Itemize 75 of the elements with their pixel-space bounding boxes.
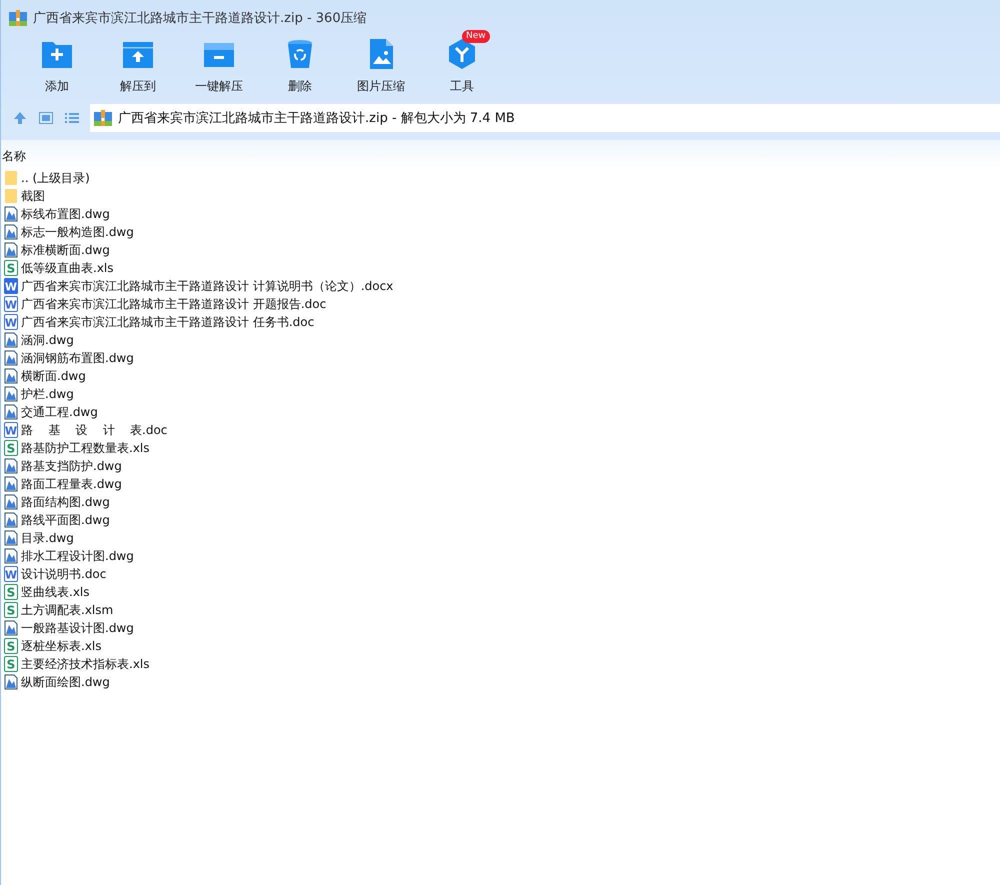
file-name[interactable]: 涵洞.dwg xyxy=(21,332,74,348)
hexagon-icon xyxy=(446,38,478,70)
file-name[interactable]: 广西省来宾市滨江北路城市主干路道路设计 开题报告.doc xyxy=(21,296,326,312)
file-name[interactable]: 目录.dwg xyxy=(21,530,74,546)
toolbar-button[interactable]: 图片压缩 xyxy=(341,28,421,96)
drawing-file-icon xyxy=(4,242,18,258)
drawing-file-icon xyxy=(4,530,18,546)
drawing-file-icon xyxy=(4,458,18,474)
drawing-file-icon xyxy=(4,206,18,222)
window-title: 广西省来宾市滨江北路城市主干路道路设计.zip - 360压缩 xyxy=(33,10,367,27)
file-name[interactable]: 截图 xyxy=(21,188,45,204)
toolbar-button[interactable]: 解压到 xyxy=(98,28,178,96)
address-field[interactable]: 广西省来宾市滨江北路城市主干路道路设计.zip - 解包大小为 7.4 MB xyxy=(90,104,1000,132)
file-name[interactable]: 土方调配表.xlsm xyxy=(21,602,114,618)
toolbar-button[interactable]: 添加 xyxy=(17,28,97,96)
drawing-file-icon xyxy=(4,476,18,492)
file-name[interactable]: 横断面.dwg xyxy=(21,368,86,384)
file-name[interactable]: 排水工程设计图.dwg xyxy=(21,548,134,564)
file-name[interactable]: 标准横断面.dwg xyxy=(21,242,110,258)
file-name[interactable]: 主要经济技术指标表.xls xyxy=(21,656,150,672)
toolbar-button[interactable]: 删除 xyxy=(260,28,340,96)
file-name[interactable]: 路线平面图.dwg xyxy=(21,512,110,528)
file-name[interactable]: 广西省来宾市滨江北路城市主干路道路设计 任务书.doc xyxy=(21,314,314,330)
folder-icon xyxy=(4,188,18,204)
archive-path: 广西省来宾市滨江北路城市主干路道路设计.zip - 解包大小为 7.4 MB xyxy=(118,110,515,127)
file-name[interactable]: 竖曲线表.xls xyxy=(21,584,90,600)
file-name[interactable]: 设计说明书.doc xyxy=(21,566,106,582)
file-name[interactable]: 路面结构图.dwg xyxy=(21,494,110,510)
file-name[interactable]: 护栏.dwg xyxy=(21,386,74,402)
file-name[interactable]: 涵洞钢筋布置图.dwg xyxy=(21,350,134,366)
drawing-file-icon xyxy=(4,368,18,384)
folder-icon xyxy=(4,170,18,186)
drawing-file-icon xyxy=(4,404,18,420)
file-name[interactable]: .. (上级目录) xyxy=(21,170,90,186)
file-name[interactable]: 一般路基设计图.dwg xyxy=(21,620,134,636)
document-file-icon: W xyxy=(4,422,18,438)
spreadsheet-file-icon: S xyxy=(4,602,18,618)
drawing-file-icon xyxy=(4,386,18,402)
document-file-icon: W xyxy=(4,278,18,294)
drawing-file-icon xyxy=(4,548,18,564)
file-name[interactable]: 标线布置图.dwg xyxy=(21,206,110,222)
up-arrow-icon[interactable] xyxy=(12,110,28,126)
drawing-file-icon xyxy=(4,512,18,528)
spreadsheet-file-icon: S xyxy=(4,638,18,654)
list-view-icon[interactable] xyxy=(64,110,80,126)
drawing-file-icon xyxy=(4,332,18,348)
archive-icon xyxy=(94,110,112,126)
file-name[interactable]: 广西省来宾市滨江北路城市主干路道路设计 计算说明书（论文）.docx xyxy=(21,278,394,294)
column-header[interactable]: 名称 xyxy=(2,149,26,163)
spreadsheet-file-icon: S xyxy=(4,440,18,456)
file-name[interactable]: 标志一般构造图.dwg xyxy=(21,224,134,240)
archive-icon xyxy=(9,10,27,26)
toolbar-button[interactable]: New 工具 xyxy=(422,28,502,96)
drawing-file-icon xyxy=(4,494,18,510)
file-name[interactable]: 逐桩坐标表.xls xyxy=(21,638,102,654)
file-name[interactable]: 低等级直曲表.xls xyxy=(21,260,114,276)
file-name[interactable]: 路基支挡防护.dwg xyxy=(21,458,122,474)
spreadsheet-file-icon: S xyxy=(4,260,18,276)
drawing-file-icon xyxy=(4,620,18,636)
new-badge: New xyxy=(462,30,490,43)
drawing-file-icon xyxy=(4,350,18,366)
document-file-icon: W xyxy=(4,296,18,312)
document-file-icon: W xyxy=(4,566,18,582)
file-name[interactable]: 纵断面绘图.dwg xyxy=(21,674,110,690)
spreadsheet-file-icon: S xyxy=(4,584,18,600)
spreadsheet-file-icon: S xyxy=(4,656,18,672)
toolbar-button[interactable]: 一键解压 xyxy=(179,28,259,96)
document-file-icon: W xyxy=(4,314,18,330)
file-name[interactable]: 交通工程.dwg xyxy=(21,404,98,420)
drawing-file-icon xyxy=(4,674,18,690)
drawing-file-icon xyxy=(4,224,18,240)
view-icon[interactable] xyxy=(38,110,54,126)
file-name[interactable]: 路基防护工程数量表.xls xyxy=(21,440,150,456)
file-name[interactable]: 路面工程量表.dwg xyxy=(21,476,122,492)
file-name[interactable]: 路 基 设 计 表.doc xyxy=(21,422,168,438)
